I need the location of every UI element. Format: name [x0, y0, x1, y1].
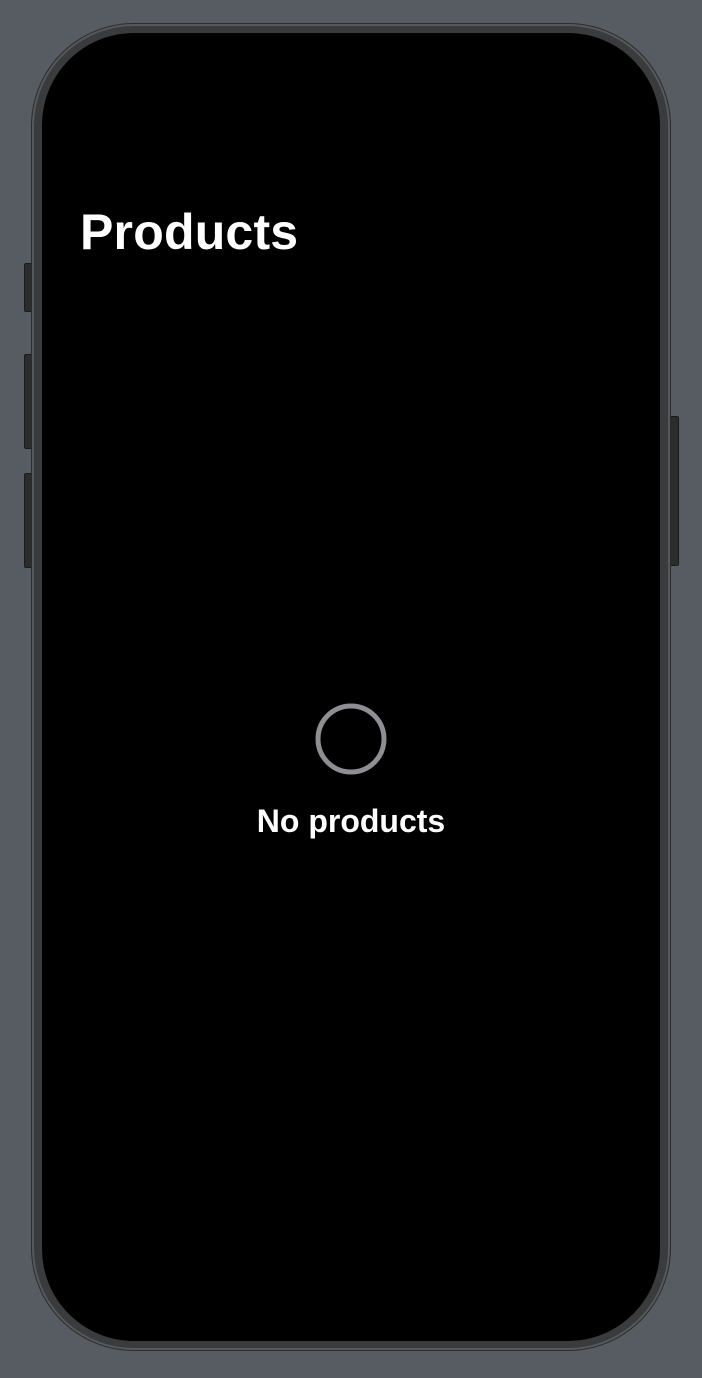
device-screen: Products No products [42, 33, 660, 1341]
empty-state: No products [42, 703, 660, 840]
page-title: Products [80, 204, 299, 260]
circle-outline-icon [315, 703, 387, 775]
simulator-stage: Products No products [0, 0, 702, 1378]
empty-state-message: No products [256, 803, 446, 839]
